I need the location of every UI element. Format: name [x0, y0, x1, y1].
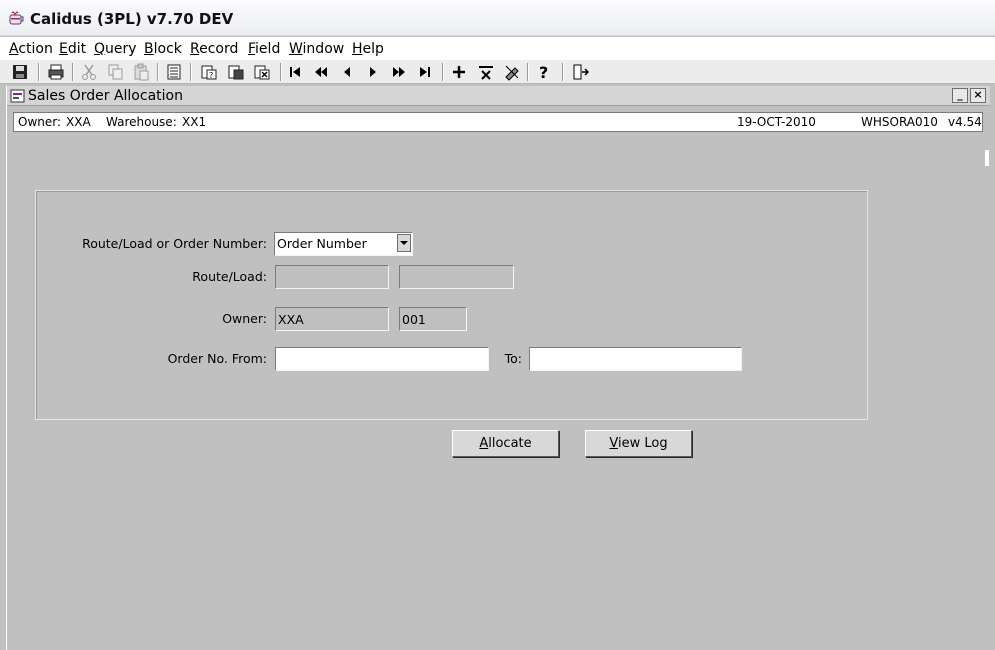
print-icon[interactable] — [47, 63, 65, 81]
svg-text:?: ? — [209, 71, 213, 80]
menu-action[interactable]: Action — [9, 41, 53, 57]
menu-window[interactable]: Window — [289, 41, 344, 57]
app-title: Calidus (3PL) v7.70 DEV — [30, 10, 234, 28]
previous-set-icon[interactable] — [312, 63, 330, 81]
scrollbar-edge[interactable] — [985, 150, 989, 166]
svg-text:?: ? — [539, 63, 548, 81]
info-warehouse-label: Warehouse: — [106, 115, 177, 129]
toolbar-separator — [442, 63, 444, 81]
next-set-icon[interactable] — [390, 63, 408, 81]
menu-query[interactable]: Query — [94, 41, 137, 57]
toolbar: ? ? — [0, 60, 995, 84]
toolbar-separator — [280, 63, 282, 81]
owner-field[interactable]: XXA — [275, 307, 389, 331]
order-from-input[interactable] — [275, 347, 489, 371]
help-icon[interactable]: ? — [535, 63, 553, 81]
save-icon[interactable] — [11, 63, 29, 81]
cancel-query-icon[interactable] — [253, 63, 271, 81]
delete-record-icon[interactable] — [477, 63, 495, 81]
info-date: 19-OCT-2010 — [737, 115, 816, 129]
owner-code-field[interactable]: 001 — [399, 307, 467, 331]
mode-select-value: Order Number — [277, 236, 367, 251]
toolbar-separator — [562, 63, 564, 81]
toolbar-separator — [157, 63, 159, 81]
criteria-panel — [35, 190, 868, 420]
order-from-label: Order No. From: — [167, 351, 267, 366]
copy-icon[interactable] — [106, 63, 124, 81]
insert-record-icon[interactable] — [450, 63, 468, 81]
info-warehouse-value: XX1 — [182, 115, 207, 129]
info-version: v4.54 — [948, 115, 982, 129]
title-bar: Calidus (3PL) v7.70 DEV — [0, 0, 995, 36]
info-owner-label: Owner: — [18, 115, 62, 129]
cut-icon[interactable] — [80, 63, 98, 81]
form-title: Sales Order Allocation — [28, 88, 183, 104]
route-load-field-2[interactable] — [399, 265, 514, 289]
enter-query-icon[interactable]: ? — [200, 63, 218, 81]
close-button[interactable]: × — [970, 88, 986, 103]
menu-block[interactable]: Block — [144, 41, 182, 57]
toolbar-separator — [72, 63, 74, 81]
menu-field[interactable]: Field — [248, 41, 280, 57]
order-to-label: To: — [504, 351, 522, 366]
mode-select[interactable]: Order Number — [274, 232, 413, 256]
last-record-icon[interactable] — [416, 63, 434, 81]
mode-label: Route/Load or Order Number: — [82, 236, 267, 251]
first-record-icon[interactable] — [286, 63, 304, 81]
route-load-field-1[interactable] — [275, 265, 389, 289]
toolbar-separator — [190, 63, 192, 81]
order-to-input[interactable] — [529, 347, 742, 371]
list-of-values-icon[interactable] — [165, 63, 183, 81]
owner-label: Owner: — [222, 311, 267, 326]
paste-icon[interactable] — [132, 63, 150, 81]
minimize-button[interactable]: _ — [952, 88, 968, 103]
menu-edit[interactable]: Edit — [59, 41, 86, 57]
allocate-button[interactable]: Allocate — [452, 430, 559, 457]
info-form-code: WHSORA010 — [861, 115, 938, 129]
clear-record-icon[interactable] — [503, 63, 521, 81]
form-title-bar: Sales Order Allocation _ × — [7, 86, 990, 106]
exit-icon[interactable] — [572, 63, 590, 81]
info-bar: Owner: XXA Warehouse: XX1 19-OCT-2010 WH… — [13, 112, 983, 132]
app-icon — [7, 9, 25, 27]
form-icon — [10, 88, 26, 104]
menu-bar: Action Edit Query Block Record Field Win… — [0, 37, 995, 60]
toolbar-separator — [38, 63, 40, 81]
view-log-button[interactable]: View Log — [585, 430, 692, 457]
menu-help[interactable]: Help — [352, 41, 384, 57]
chevron-down-icon[interactable] — [397, 234, 411, 252]
route-load-label: Route/Load: — [192, 269, 267, 284]
execute-query-icon[interactable] — [227, 63, 245, 81]
info-owner-value: XXA — [66, 115, 91, 129]
toolbar-separator — [527, 63, 529, 81]
next-record-icon[interactable] — [364, 63, 382, 81]
menu-record[interactable]: Record — [190, 41, 238, 57]
previous-record-icon[interactable] — [338, 63, 356, 81]
